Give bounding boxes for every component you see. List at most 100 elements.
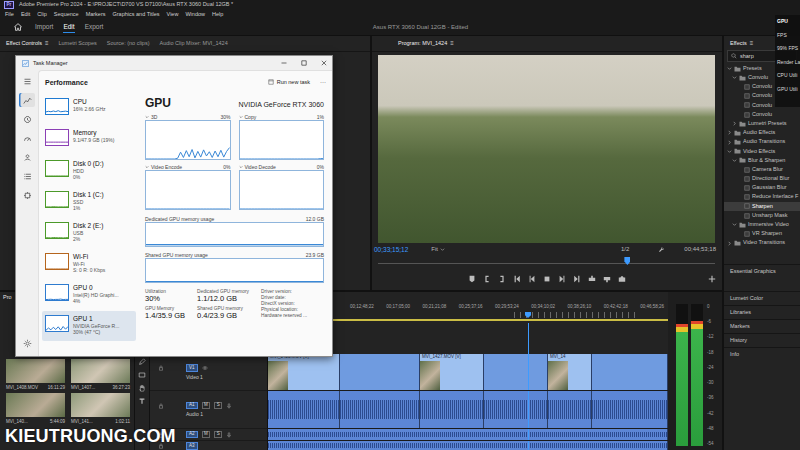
project-item[interactable]: MVI_141...1:02:11: [71, 393, 130, 425]
rectangle-tool-icon[interactable]: [138, 371, 146, 379]
project-item[interactable]: MVI_140...5:44:09: [6, 393, 65, 425]
resolution-dropdown[interactable]: 1/2: [621, 246, 629, 252]
dropdown-chevron-icon[interactable]: [145, 115, 149, 119]
resource-item[interactable]: GPU 1NVIDIA GeForce R...30% (47 °C): [42, 311, 136, 341]
clip[interactable]: [268, 441, 668, 450]
clip[interactable]: MVI_1427.MOV [V]: [420, 354, 484, 390]
expand-arrow-icon[interactable]: [727, 241, 732, 246]
menu-item[interactable]: Help: [212, 12, 223, 18]
playhead-handle[interactable]: [525, 312, 531, 318]
menu-item[interactable]: View: [167, 12, 179, 18]
transport-button-icon[interactable]: [468, 275, 476, 283]
lock-icon[interactable]: [158, 365, 164, 371]
transport-button-icon[interactable]: [618, 275, 626, 283]
playhead-timecode[interactable]: 00;33;15;12: [374, 246, 408, 253]
side-panel-tab[interactable]: Essential Graphics: [724, 264, 800, 278]
rail-item[interactable]: [19, 93, 35, 107]
transport-button-icon[interactable]: [543, 275, 551, 283]
type-tool-icon[interactable]: [138, 397, 146, 405]
clip[interactable]: [268, 429, 668, 440]
side-panel-tab[interactable]: History: [724, 333, 800, 347]
resource-item[interactable]: Disk 0 (D:)HDD0%: [42, 156, 136, 186]
clip[interactable]: [268, 391, 340, 428]
dropdown-chevron-icon[interactable]: [239, 165, 243, 169]
clip[interactable]: [420, 391, 484, 428]
pen-tool-icon[interactable]: [138, 358, 146, 366]
menu-item[interactable]: Sequence: [54, 12, 79, 18]
menu-item[interactable]: Window: [185, 12, 205, 18]
expand-arrow-icon[interactable]: [727, 66, 732, 71]
tree-item[interactable]: Audio Transitions: [724, 138, 800, 147]
track-target[interactable]: V1: [186, 364, 198, 372]
clip[interactable]: [592, 391, 668, 428]
workspace-tab[interactable]: Import: [35, 21, 53, 33]
lock-icon[interactable]: [158, 403, 164, 409]
maximize-icon[interactable]: [296, 58, 312, 68]
resource-item[interactable]: GPU 0Intel(R) HD Graphi...4%: [42, 280, 136, 310]
tree-item[interactable]: Directional Blur: [724, 174, 800, 183]
menu-item[interactable]: Markers: [86, 12, 106, 18]
expand-arrow-icon[interactable]: [732, 158, 737, 163]
rail-item[interactable]: [19, 74, 35, 88]
rail-item[interactable]: [19, 336, 35, 350]
track-toggle-button[interactable]: M: [202, 431, 211, 438]
rail-item[interactable]: [19, 112, 35, 126]
resource-item[interactable]: CPU16% 2.66 GHz: [42, 94, 136, 124]
run-new-task-button[interactable]: Run new task: [268, 79, 310, 85]
track-toggle-button[interactable]: M: [202, 402, 211, 409]
transport-button-icon[interactable]: [483, 275, 491, 283]
resource-item[interactable]: Disk 1 (C:)SSD1%: [42, 187, 136, 217]
rail-item[interactable]: [19, 169, 35, 183]
tree-item[interactable]: Camera Blur: [724, 165, 800, 174]
workspace-tab[interactable]: Edit: [63, 21, 74, 33]
task-manager-window[interactable]: Task ManagerPerformanceRun new task···CP…: [15, 55, 333, 357]
rail-item[interactable]: [19, 131, 35, 145]
home-icon[interactable]: [13, 22, 23, 32]
project-item[interactable]: MVI_1407...36:27:23: [71, 359, 130, 391]
tree-item[interactable]: Unsharp Mask: [724, 211, 800, 220]
workspace-tab[interactable]: Export: [85, 21, 104, 33]
menu-item[interactable]: Clip: [37, 12, 46, 18]
dropdown-chevron-icon[interactable]: [239, 115, 243, 119]
tree-item[interactable]: Blur & Sharpen: [724, 156, 800, 165]
tree-item[interactable]: Audio Effects: [724, 128, 800, 137]
tree-item[interactable]: Immersive Video: [724, 220, 800, 229]
side-panel-tab[interactable]: Info: [724, 347, 800, 361]
track-target[interactable]: A2: [186, 431, 198, 439]
transport-button-icon[interactable]: [558, 275, 566, 283]
expand-arrow-icon[interactable]: [732, 75, 737, 80]
resource-item[interactable]: Wi-FiWi-FiS: 0 R: 0 Kbps: [42, 249, 136, 279]
close-icon[interactable]: [316, 58, 332, 68]
resource-item[interactable]: Memory9.1/47.9 GB (19%): [42, 125, 136, 155]
clip[interactable]: [484, 391, 548, 428]
side-panel-tab[interactable]: Lumetri Color: [724, 291, 800, 305]
project-item[interactable]: MVI_1408.MOV16:11:29: [6, 359, 65, 391]
transport-button-icon[interactable]: [498, 275, 506, 283]
wrench-icon[interactable]: [658, 246, 665, 253]
side-panel-tab[interactable]: Libraries: [724, 305, 800, 319]
clip[interactable]: [484, 354, 548, 390]
microphone-icon[interactable]: [226, 432, 232, 438]
menu-item[interactable]: Edit: [21, 12, 30, 18]
panel-menu-button[interactable]: ≡: [750, 40, 754, 46]
clip[interactable]: MVI_14: [548, 354, 592, 390]
transport-button-icon[interactable]: [573, 275, 581, 283]
panel-tab[interactable]: Effect Controls≡: [6, 40, 49, 47]
expand-arrow-icon[interactable]: [727, 130, 732, 135]
dropdown-chevron-icon[interactable]: [145, 165, 149, 169]
panel-menu-button[interactable]: ≡: [45, 40, 49, 47]
transport-button-icon[interactable]: [588, 275, 596, 283]
menu-item[interactable]: File: [5, 12, 14, 18]
task-manager-title-bar[interactable]: Task Manager: [16, 56, 332, 70]
panel-tab[interactable]: Lumetri Scopes: [59, 40, 97, 46]
tree-item[interactable]: Video Effects: [724, 147, 800, 156]
tree-item[interactable]: Reduce Interlace F: [724, 193, 800, 202]
tree-item[interactable]: Sharpen: [724, 202, 800, 211]
track-toggle-button[interactable]: S: [214, 431, 222, 438]
clip[interactable]: [592, 354, 668, 390]
tree-item[interactable]: Lumetri Presets: [724, 119, 800, 128]
panel-tab[interactable]: Source: (no clips): [107, 40, 150, 46]
scrub-bar[interactable]: [378, 255, 715, 267]
track-target[interactable]: A1: [186, 402, 198, 410]
tree-item[interactable]: Gaussian Blur: [724, 183, 800, 192]
